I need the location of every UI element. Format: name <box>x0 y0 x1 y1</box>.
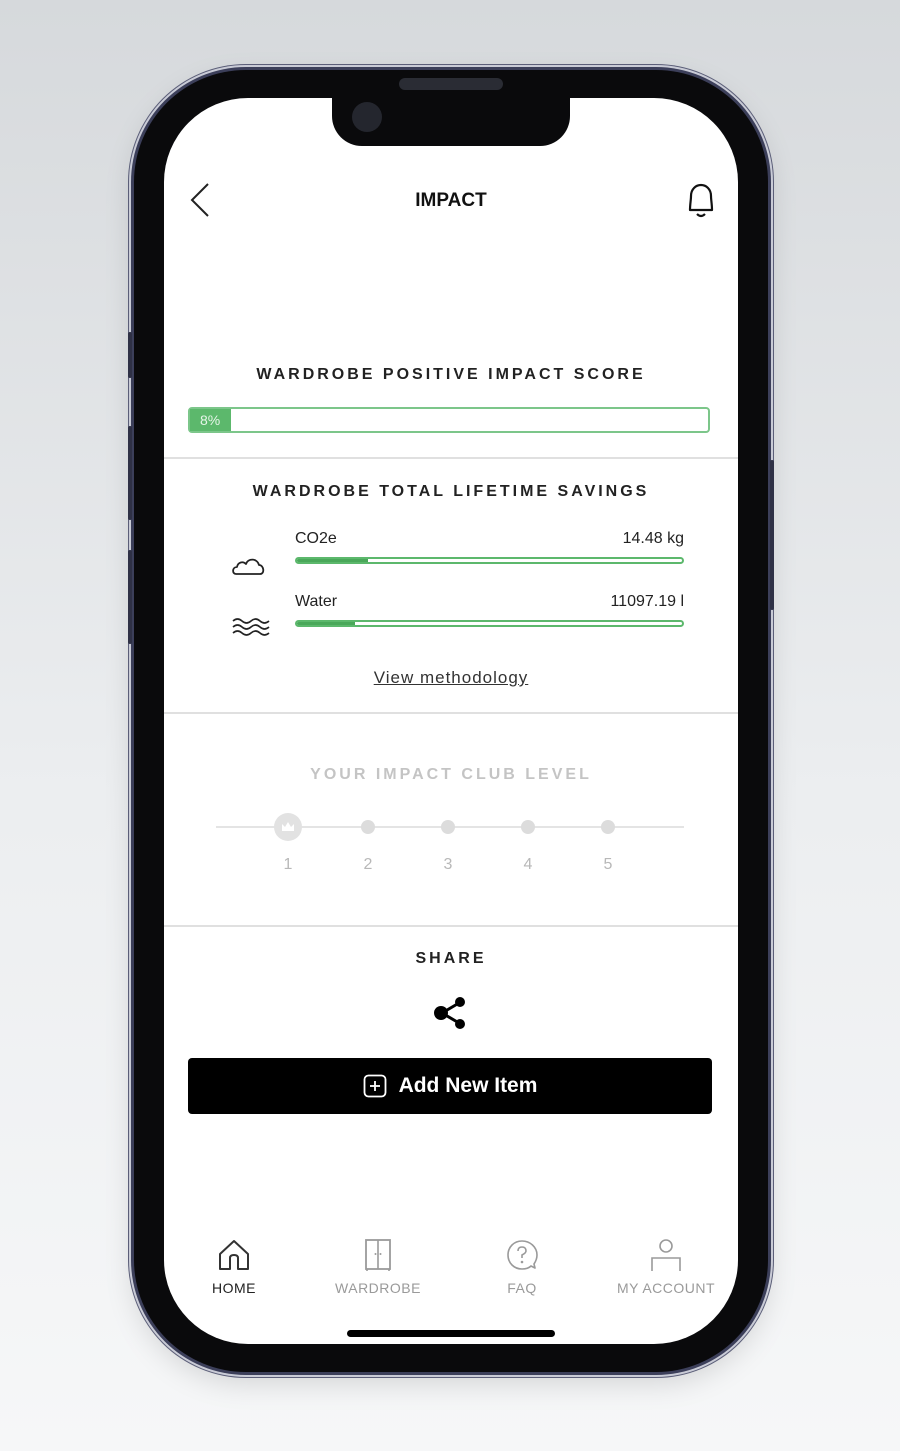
score-title: WARDROBE POSITIVE IMPACT SCORE <box>256 366 646 383</box>
mute-switch <box>128 332 132 378</box>
nav-item-home[interactable]: HOME <box>164 1238 304 1296</box>
bottom-nav: HOME WARDROBE FAQ MY ACCOUNT <box>164 1238 738 1308</box>
impact-score-value: 8% <box>200 412 221 428</box>
metric-name: Water <box>295 593 338 610</box>
crown-icon <box>282 822 294 831</box>
impact-score-bar: 8% <box>188 407 710 433</box>
volume-down-button <box>128 550 132 644</box>
level-5-marker <box>601 820 615 834</box>
share-title: SHARE <box>415 950 487 967</box>
metric-bar-fill <box>297 622 355 625</box>
level-3-marker <box>441 820 455 834</box>
nav-label: FAQ <box>507 1280 537 1296</box>
level-1-marker <box>274 813 302 841</box>
app-screen: IMPACT WARDROBE POSITIVE IMPACT SCORE 8%… <box>164 98 738 1344</box>
club-level-track: 1 2 3 4 5 <box>216 813 684 893</box>
nav-label: MY ACCOUNT <box>616 1280 716 1296</box>
metric-water: Water 11097.19 l <box>164 593 738 643</box>
metric-bar <box>295 557 684 564</box>
nav-item-wardrobe[interactable]: WARDROBE <box>308 1238 448 1296</box>
level-number: 2 <box>363 856 373 873</box>
divider <box>164 457 738 459</box>
level-number: 3 <box>443 856 453 873</box>
nav-item-faq[interactable]: FAQ <box>452 1238 592 1296</box>
faq-icon <box>507 1240 538 1270</box>
level-number: 1 <box>283 856 293 873</box>
metric-value: 14.48 kg <box>622 530 684 547</box>
page-title: IMPACT <box>415 190 487 211</box>
plus-square-icon <box>363 1074 386 1098</box>
level-number: 5 <box>603 856 613 873</box>
level-4-marker <box>521 820 535 834</box>
power-button <box>770 460 774 610</box>
nav-label: WARDROBE <box>335 1280 421 1296</box>
savings-title: WARDROBE TOTAL LIFETIME SAVINGS <box>252 483 650 500</box>
cloud-icon <box>232 558 265 575</box>
wardrobe-icon <box>365 1239 391 1271</box>
home-indicator[interactable] <box>347 1330 555 1337</box>
divider <box>164 925 738 927</box>
metric-co2e: CO2e 14.48 kg <box>164 530 738 580</box>
notifications-button[interactable] <box>684 182 718 220</box>
share-icon[interactable] <box>432 994 470 1032</box>
bell-icon <box>688 183 714 218</box>
phone-frame: IMPACT WARDROBE POSITIVE IMPACT SCORE 8%… <box>128 70 774 1372</box>
water-waves-icon <box>232 618 270 636</box>
front-camera <box>352 102 382 132</box>
level-number: 4 <box>523 856 533 873</box>
divider <box>164 712 738 714</box>
level-2-marker <box>361 820 375 834</box>
speaker-grille <box>399 78 503 90</box>
metric-bar <box>295 620 684 627</box>
metric-value: 11097.19 l <box>610 593 684 610</box>
app-header: IMPACT <box>164 178 738 222</box>
volume-up-button <box>128 426 132 520</box>
home-icon <box>219 1240 249 1270</box>
nav-item-my-account[interactable]: MY ACCOUNT <box>596 1238 736 1296</box>
metric-bar-fill <box>297 559 369 562</box>
club-level-title: YOUR IMPACT CLUB LEVEL <box>310 766 592 783</box>
nav-label: HOME <box>212 1280 256 1296</box>
metric-name: CO2e <box>295 530 337 547</box>
account-icon <box>651 1239 681 1271</box>
notch <box>332 98 570 146</box>
view-methodology-link[interactable]: View methodology <box>164 668 738 688</box>
add-new-item-label: Add New Item <box>398 1074 538 1097</box>
add-new-item-button[interactable]: Add New Item <box>188 1058 712 1114</box>
